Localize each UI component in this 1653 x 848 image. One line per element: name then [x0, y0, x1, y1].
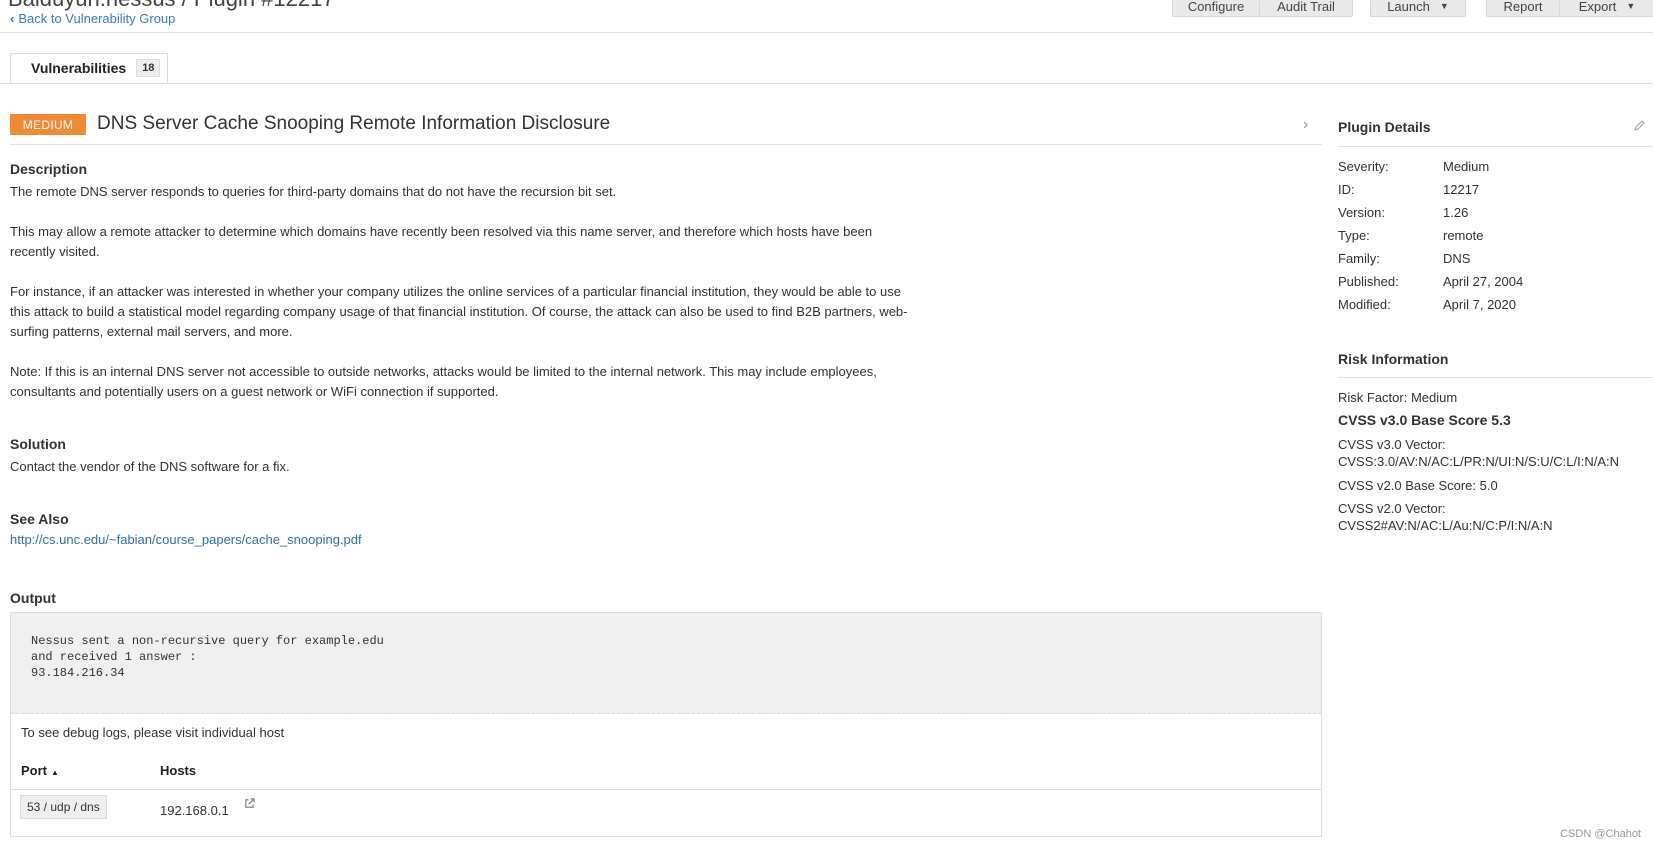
- detail-key: Type:: [1338, 228, 1370, 243]
- tab-label: Vulnerabilities: [31, 60, 127, 76]
- detail-value: April 7, 2020: [1443, 297, 1516, 312]
- caret-down-icon: ▼: [1439, 1, 1449, 11]
- launch-button[interactable]: Launch ▼: [1370, 0, 1466, 17]
- back-link-label: Back to Vulnerability Group: [18, 11, 176, 26]
- report-button[interactable]: Report: [1486, 0, 1560, 17]
- description-paragraph-3: For instance, if an attacker was interes…: [10, 284, 908, 339]
- description-paragraph-1: The remote DNS server responds to querie…: [10, 184, 617, 199]
- export-label: Export: [1578, 0, 1617, 14]
- output-text: Nessus sent a non-recursive query for ex…: [11, 613, 1321, 714]
- detail-value: remote: [1443, 228, 1484, 243]
- cvss3-vector: CVSS:3.0/AV:N/AC:L/PR:N/UI:N/S:U/C:L/I:N…: [1338, 454, 1620, 469]
- detail-key: Version:: [1338, 205, 1385, 220]
- output-line: and received 1 answer :: [31, 650, 197, 664]
- launch-label: Launch: [1387, 0, 1430, 14]
- port-column-header[interactable]: Port ▲: [21, 763, 59, 778]
- severity-badge: MEDIUM: [10, 114, 86, 135]
- debug-note: To see debug logs, please visit individu…: [21, 725, 285, 740]
- pencil-icon[interactable]: [1633, 120, 1645, 132]
- cvss3-base-score: CVSS v3.0 Base Score 5.3: [1338, 412, 1511, 428]
- see-also-heading: See Also: [10, 511, 69, 527]
- cvss2-base-score: CVSS v2.0 Base Score: 5.0: [1338, 478, 1498, 493]
- description-paragraph-4: Note: If this is an internal DNS server …: [10, 364, 877, 399]
- detail-value: Medium: [1443, 159, 1490, 174]
- detail-value: 1.26: [1443, 205, 1469, 220]
- description-paragraph-2: This may allow a remote attacker to dete…: [10, 224, 873, 259]
- detail-key: ID:: [1338, 182, 1355, 197]
- cvss2-vector-label: CVSS v2.0 Vector:: [1338, 501, 1446, 516]
- header-divider: [0, 32, 1653, 33]
- detail-value: April 27, 2004: [1443, 274, 1524, 289]
- detail-value: DNS: [1443, 251, 1471, 266]
- configure-button[interactable]: Configure: [1172, 0, 1260, 17]
- output-line: Nessus sent a non-recursive query for ex…: [31, 634, 384, 648]
- detail-key: Published:: [1338, 274, 1399, 289]
- footer-watermark: CSDN @Chahot: [1560, 828, 1641, 840]
- cvss3-vector-label: CVSS v3.0 Vector:: [1338, 437, 1446, 452]
- tab-vulnerabilities[interactable]: Vulnerabilities 18: [10, 53, 168, 83]
- export-button[interactable]: Export ▼: [1559, 0, 1653, 17]
- report-label: Report: [1503, 0, 1543, 14]
- detail-value: 12217: [1443, 182, 1480, 197]
- chevron-left-icon: ‹: [10, 11, 15, 26]
- external-link-icon[interactable]: [244, 798, 255, 809]
- chevron-right-icon[interactable]: ›: [1303, 116, 1308, 134]
- sort-asc-icon: ▲: [51, 768, 59, 777]
- audit-trail-button[interactable]: Audit Trail: [1259, 0, 1353, 17]
- risk-info-heading: Risk Information: [1338, 351, 1449, 367]
- configure-label: Configure: [1187, 0, 1245, 14]
- back-link[interactable]: ‹ Back to Vulnerability Group: [10, 11, 175, 26]
- caret-down-icon: ▼: [1626, 1, 1636, 11]
- risk-info-divider: [1338, 377, 1653, 378]
- tab-divider: [0, 83, 1653, 84]
- port-pill: 53 / udp / dns: [20, 795, 107, 819]
- audit-trail-label: Audit Trail: [1277, 0, 1335, 14]
- detail-key: Modified:: [1338, 297, 1391, 312]
- plugin-details-heading: Plugin Details: [1338, 119, 1431, 135]
- detail-key: Severity:: [1338, 159, 1389, 174]
- solution-heading: Solution: [10, 436, 66, 452]
- cvss2-vector: CVSS2#AV:N/AC:L/Au:N/C:P/I:N/A:N: [1338, 518, 1553, 533]
- description-heading: Description: [10, 161, 88, 177]
- hosts-column-header: Hosts: [160, 763, 197, 778]
- output-heading: Output: [10, 590, 56, 606]
- detail-key: Family:: [1338, 251, 1380, 266]
- see-also-link[interactable]: http://cs.unc.edu/~fabian/course_papers/…: [10, 532, 362, 547]
- risk-factor: Risk Factor: Medium: [1338, 390, 1458, 405]
- vulnerability-title: DNS Server Cache Snooping Remote Informa…: [97, 113, 611, 134]
- title-divider: [10, 144, 1322, 145]
- output-line: 93.184.216.34: [31, 666, 125, 680]
- tab-count-badge: 18: [136, 59, 161, 77]
- plugin-details-divider: [1338, 146, 1653, 147]
- solution-text: Contact the vendor of the DNS software f…: [10, 459, 290, 474]
- port-header-label: Port: [21, 763, 47, 778]
- host-ip: 192.168.0.1: [160, 803, 229, 818]
- table-row-divider: [11, 789, 1321, 790]
